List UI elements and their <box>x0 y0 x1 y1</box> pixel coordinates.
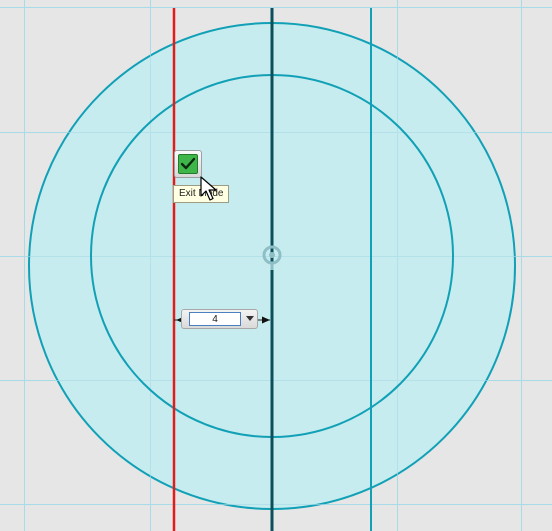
exit-mode-button[interactable] <box>174 150 202 178</box>
dropdown-arrow-icon[interactable] <box>245 313 255 325</box>
mouse-pointer-icon <box>200 176 217 201</box>
dimension-input-widget <box>181 309 258 329</box>
dimension-value-input[interactable] <box>189 312 241 326</box>
checkmark-icon <box>178 154 198 174</box>
sketch-canvas[interactable] <box>0 0 552 531</box>
